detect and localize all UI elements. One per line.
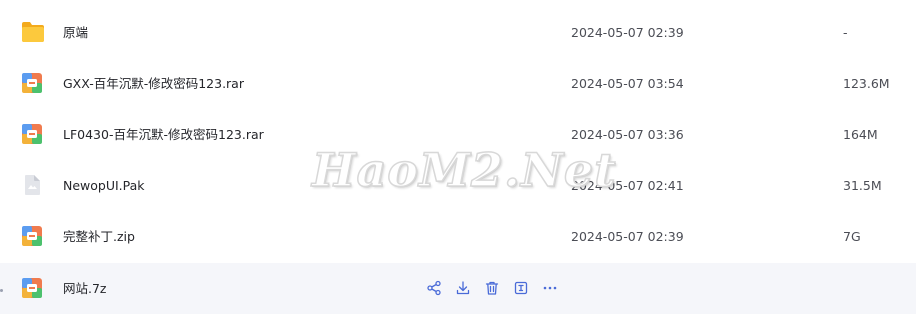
generic-file-icon bbox=[21, 174, 43, 196]
file-date: 2024-05-07 02:39 bbox=[571, 229, 684, 244]
rename-icon[interactable] bbox=[512, 279, 530, 297]
file-date: 2024-05-07 03:54 bbox=[571, 76, 684, 91]
archive-icon bbox=[21, 123, 43, 145]
file-size: 164M bbox=[843, 127, 878, 142]
download-icon[interactable] bbox=[454, 279, 472, 297]
delete-icon[interactable] bbox=[483, 279, 501, 297]
list-item[interactable]: 完整补丁.zip 2024-05-07 02:39 7G bbox=[0, 211, 916, 262]
file-name[interactable]: LF0430-百年沉默-修改密码123.rar bbox=[63, 109, 264, 160]
file-date: 2024-05-07 02:41 bbox=[571, 178, 684, 193]
row-actions bbox=[425, 278, 559, 298]
file-size: - bbox=[843, 25, 848, 40]
file-size: 31.5M bbox=[843, 178, 882, 193]
more-icon[interactable] bbox=[541, 279, 559, 297]
share-icon[interactable] bbox=[425, 279, 443, 297]
list-item[interactable]: 原端 2024-05-07 02:39 - bbox=[0, 7, 916, 58]
folder-icon bbox=[21, 21, 44, 43]
file-name[interactable]: 原端 bbox=[63, 7, 88, 58]
left-edge-indicator bbox=[0, 289, 3, 292]
list-item[interactable]: NewopUI.Pak 2024-05-07 02:41 31.5M bbox=[0, 160, 916, 211]
archive-icon bbox=[21, 225, 43, 247]
list-item-hovered[interactable]: 网站.7z bbox=[0, 263, 916, 314]
file-name[interactable]: 完整补丁.zip bbox=[63, 211, 135, 262]
list-item[interactable]: LF0430-百年沉默-修改密码123.rar 2024-05-07 03:36… bbox=[0, 109, 916, 160]
file-size: 123.6M bbox=[843, 76, 890, 91]
file-name[interactable]: 网站.7z bbox=[63, 263, 107, 314]
file-date: 2024-05-07 03:36 bbox=[571, 127, 684, 142]
file-size: 7G bbox=[843, 229, 861, 244]
list-item[interactable]: GXX-百年沉默-修改密码123.rar 2024-05-07 03:54 12… bbox=[0, 58, 916, 109]
archive-icon bbox=[21, 277, 43, 299]
file-name[interactable]: GXX-百年沉默-修改密码123.rar bbox=[63, 58, 244, 109]
file-date: 2024-05-07 02:39 bbox=[571, 25, 684, 40]
file-name[interactable]: NewopUI.Pak bbox=[63, 160, 145, 211]
file-list: 原端 2024-05-07 02:39 - GXX-百年沉默-修改密码123.r… bbox=[0, 0, 916, 331]
archive-icon bbox=[21, 72, 43, 94]
